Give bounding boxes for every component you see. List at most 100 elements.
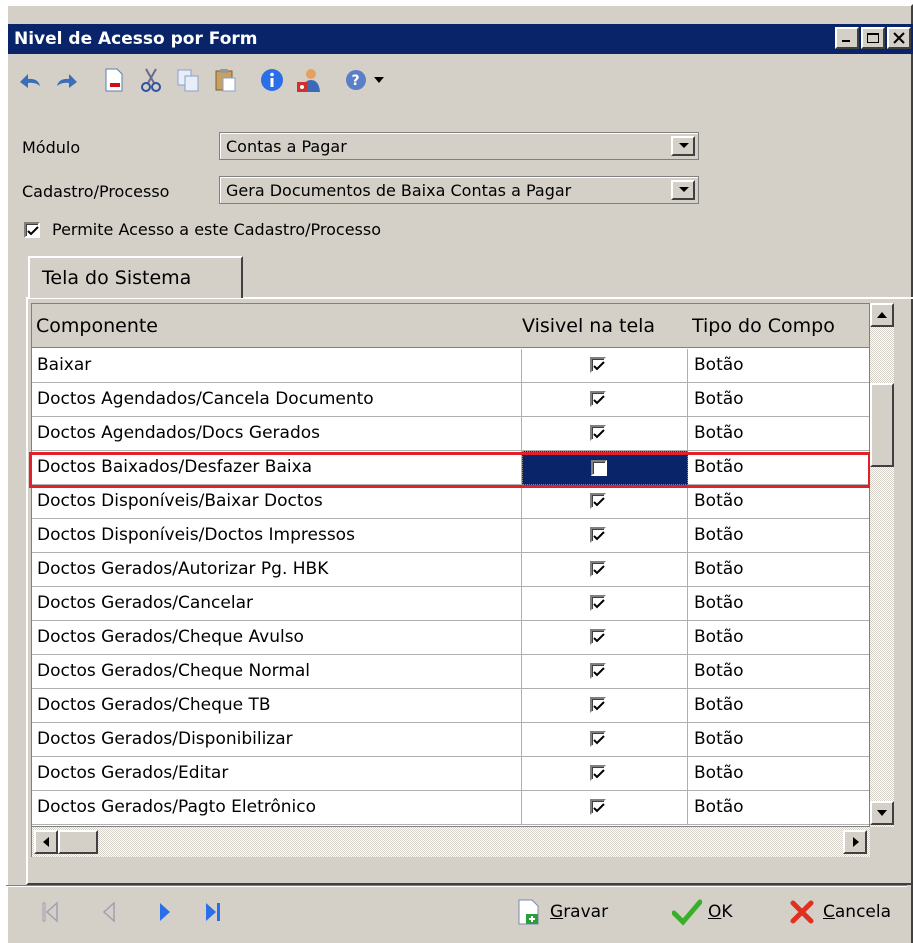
cell-tipo[interactable]: Botão — [688, 757, 869, 791]
last-record-button[interactable] — [196, 890, 230, 934]
table-row[interactable]: Doctos Baixados/Desfazer Baixa Botão — [32, 451, 869, 485]
previous-record-button[interactable] — [92, 890, 126, 934]
cell-tipo[interactable]: Botão — [688, 791, 869, 825]
cell-visivel[interactable] — [522, 757, 688, 791]
copy-icon[interactable] — [172, 64, 204, 96]
cell-componente[interactable]: Doctos Gerados/Cheque Avulso — [32, 621, 522, 655]
cell-tipo[interactable]: Botão — [688, 519, 869, 553]
table-row[interactable]: Doctos Gerados/Pagto Eletrônico Botão — [32, 791, 869, 825]
redo-icon[interactable] — [51, 64, 83, 96]
cancela-button[interactable]: Cancela — [787, 892, 891, 932]
dropdown-arrow-icon[interactable] — [372, 64, 386, 96]
scroll-right-button[interactable] — [843, 830, 867, 854]
scroll-left-button[interactable] — [34, 830, 58, 854]
visivel-checkbox[interactable] — [590, 561, 606, 577]
cell-visivel[interactable] — [522, 553, 688, 587]
cell-tipo[interactable]: Botão — [688, 621, 869, 655]
scroll-thumb[interactable] — [870, 383, 894, 467]
cell-visivel[interactable] — [522, 383, 688, 417]
visivel-checkbox[interactable] — [590, 697, 606, 713]
scroll-up-button[interactable] — [870, 303, 894, 327]
undo-icon[interactable] — [14, 64, 46, 96]
hscroll-thumb[interactable] — [58, 830, 98, 854]
table-row[interactable]: Doctos Gerados/Editar Botão — [32, 757, 869, 791]
title-bar[interactable]: Nivel de Acesso por Form — [8, 24, 913, 54]
visivel-checkbox[interactable] — [590, 663, 606, 679]
cell-componente[interactable]: Doctos Agendados/Cancela Documento — [32, 383, 522, 417]
modulo-dropdown-button[interactable] — [671, 136, 695, 156]
table-row[interactable]: Doctos Disponíveis/Doctos Impressos Botão — [32, 519, 869, 553]
modulo-select[interactable]: Contas a Pagar — [219, 132, 699, 160]
cell-visivel[interactable] — [522, 587, 688, 621]
first-record-button[interactable] — [34, 890, 68, 934]
cell-visivel[interactable] — [522, 791, 688, 825]
cell-componente[interactable]: Doctos Gerados/Editar — [32, 757, 522, 791]
visivel-checkbox[interactable] — [590, 765, 606, 781]
cell-tipo[interactable]: Botão — [688, 417, 869, 451]
cell-componente[interactable]: Doctos Gerados/Cancelar — [32, 587, 522, 621]
column-header-tipo[interactable]: Tipo do Compo — [692, 304, 869, 348]
cut-icon[interactable] — [135, 64, 167, 96]
cell-componente[interactable]: Doctos Gerados/Pagto Eletrônico — [32, 791, 522, 825]
table-row[interactable]: Doctos Disponíveis/Baixar Doctos Botão — [32, 485, 869, 519]
minimize-button[interactable] — [835, 27, 859, 49]
visivel-checkbox[interactable] — [590, 799, 606, 815]
visivel-checkbox[interactable] — [590, 357, 606, 373]
cell-visivel[interactable] — [522, 723, 688, 757]
visivel-checkbox[interactable] — [590, 595, 606, 611]
tab-tela-do-sistema[interactable]: Tela do Sistema — [28, 256, 243, 298]
help-icon[interactable]: ? — [340, 64, 372, 96]
cell-componente[interactable]: Doctos Agendados/Docs Gerados — [32, 417, 522, 451]
visivel-checkbox[interactable] — [590, 731, 606, 747]
visivel-checkbox[interactable] — [590, 391, 606, 407]
cell-componente[interactable]: Doctos Disponíveis/Doctos Impressos — [32, 519, 522, 553]
cell-tipo[interactable]: Botão — [688, 383, 869, 417]
cell-componente[interactable]: Doctos Gerados/Disponibilizar — [32, 723, 522, 757]
visivel-checkbox[interactable] — [590, 527, 606, 543]
cadastro-select[interactable]: Gera Documentos de Baixa Contas a Pagar — [219, 176, 699, 204]
cell-componente[interactable]: Doctos Gerados/Cheque TB — [32, 689, 522, 723]
table-row[interactable]: Doctos Gerados/Cheque TB Botão — [32, 689, 869, 723]
table-row[interactable]: Doctos Agendados/Docs Gerados Botão — [32, 417, 869, 451]
cell-visivel[interactable] — [522, 485, 688, 519]
visivel-checkbox[interactable] — [591, 460, 607, 476]
cadastro-dropdown-button[interactable] — [671, 180, 695, 200]
cell-componente[interactable]: Doctos Gerados/Cheque Normal — [32, 655, 522, 689]
cell-componente[interactable]: Doctos Gerados/Autorizar Pg. HBK — [32, 553, 522, 587]
visivel-checkbox[interactable] — [590, 493, 606, 509]
cell-visivel[interactable] — [522, 349, 688, 383]
cell-visivel[interactable] — [522, 655, 688, 689]
cell-tipo[interactable]: Botão — [688, 689, 869, 723]
cell-tipo[interactable]: Botão — [688, 723, 869, 757]
vertical-scrollbar[interactable] — [870, 303, 894, 827]
table-row[interactable]: Doctos Agendados/Cancela Documento Botão — [32, 383, 869, 417]
table-row[interactable]: Doctos Gerados/Autorizar Pg. HBK Botão — [32, 553, 869, 587]
visivel-checkbox[interactable] — [590, 629, 606, 645]
cell-visivel[interactable] — [522, 451, 688, 485]
permite-acesso-checkbox[interactable] — [24, 222, 40, 238]
table-row[interactable]: Baixar Botão — [32, 349, 869, 383]
visivel-checkbox[interactable] — [590, 425, 606, 441]
gravar-button[interactable]: Gravar — [514, 892, 608, 932]
cell-tipo[interactable]: Botão — [688, 349, 869, 383]
table-row[interactable]: Doctos Gerados/Cancelar Botão — [32, 587, 869, 621]
scroll-down-button[interactable] — [870, 801, 894, 825]
cell-tipo[interactable]: Botão — [688, 451, 869, 485]
cell-visivel[interactable] — [522, 519, 688, 553]
table-row[interactable]: Doctos Gerados/Cheque Avulso Botão — [32, 621, 869, 655]
column-header-visivel[interactable]: Visivel na tela — [522, 304, 720, 348]
paste-icon[interactable] — [209, 64, 241, 96]
cell-visivel[interactable] — [522, 417, 688, 451]
horizontal-scrollbar[interactable] — [31, 827, 870, 857]
cell-componente[interactable]: Doctos Disponíveis/Baixar Doctos — [32, 485, 522, 519]
cell-visivel[interactable] — [522, 689, 688, 723]
user-access-icon[interactable] — [293, 64, 325, 96]
cell-tipo[interactable]: Botão — [688, 553, 869, 587]
cell-componente[interactable]: Doctos Baixados/Desfazer Baixa — [32, 451, 522, 485]
next-record-button[interactable] — [148, 890, 182, 934]
cell-componente[interactable]: Baixar — [32, 349, 522, 383]
close-button[interactable] — [887, 27, 911, 49]
column-header-componente[interactable]: Componente — [36, 304, 516, 348]
cell-tipo[interactable]: Botão — [688, 655, 869, 689]
cell-tipo[interactable]: Botão — [688, 485, 869, 519]
